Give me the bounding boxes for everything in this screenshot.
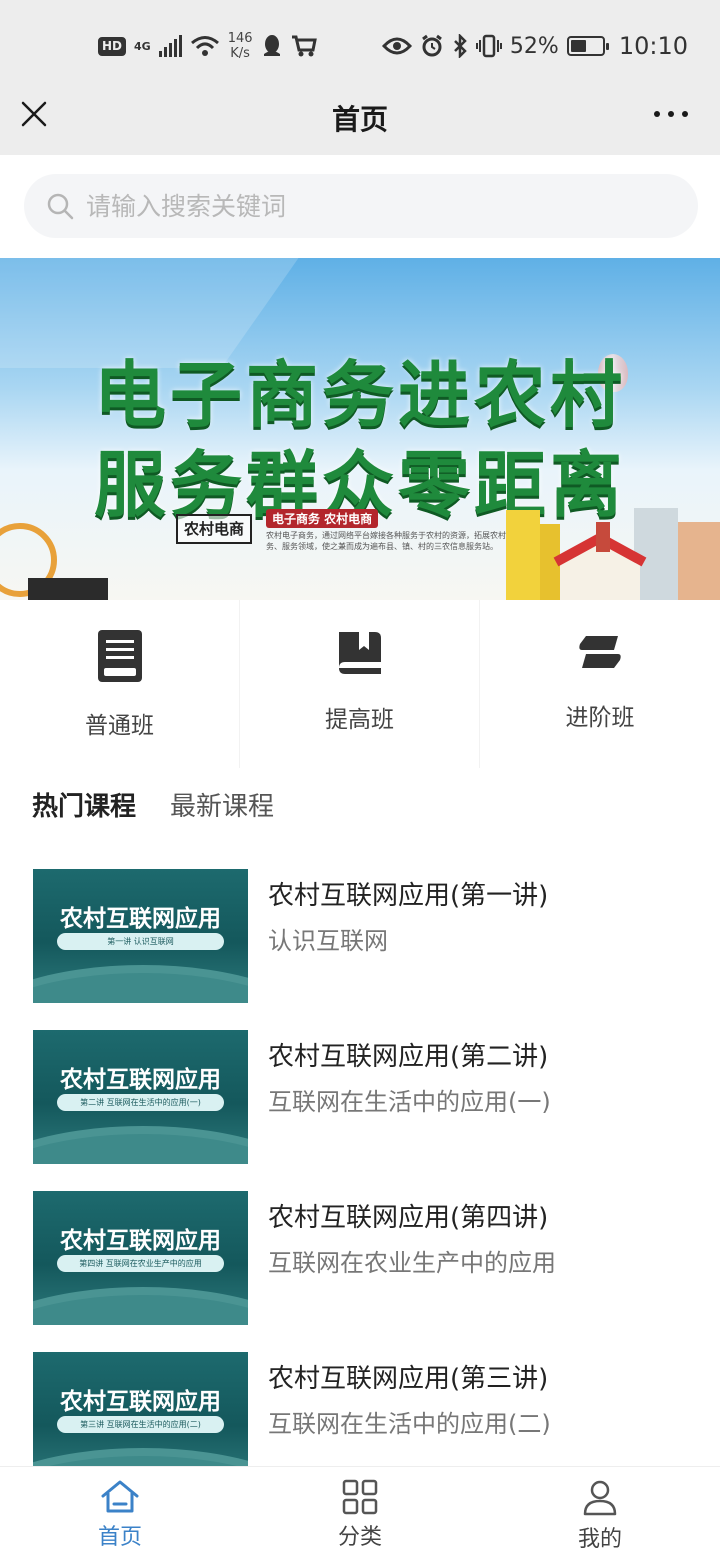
home-icon — [101, 1480, 139, 1513]
nav-mine[interactable]: 我的 — [480, 1467, 720, 1560]
battery-icon — [566, 36, 609, 56]
status-bar: HD 4G 146 K/s 52% 10:10 — [0, 0, 720, 88]
course-subtitle: 认识互联网 — [268, 927, 388, 955]
thumb-subtitle: 第三讲 互联网在生活中的应用(二) — [57, 1416, 224, 1433]
category-label: 提高班 — [325, 707, 394, 733]
alarm-icon — [422, 34, 442, 57]
course-subtitle: 互联网在生活中的应用(一) — [268, 1088, 551, 1116]
course-thumbnail: 农村互联网应用 第二讲 互联网在生活中的应用(一) — [33, 1030, 248, 1164]
banner-tag: 电子商务 农村电商 — [266, 509, 379, 528]
thumb-title: 农村互联网应用 — [60, 1228, 221, 1254]
bookmark-book-icon — [338, 632, 381, 674]
tab-new-courses[interactable]: 最新课程 — [170, 786, 274, 823]
more-dot — [682, 111, 688, 117]
network-type: 4G — [134, 39, 151, 53]
page-title: 首页 — [331, 103, 388, 136]
search-bar[interactable] — [24, 174, 698, 238]
clock: 10:10 — [618, 32, 688, 60]
battery-percent: 52% — [509, 33, 559, 59]
course-title: 农村互联网应用(第一讲) — [268, 881, 549, 911]
bottom-nav: 首页 分类 我的 — [0, 1466, 720, 1560]
user-icon — [583, 1480, 617, 1516]
thumb-title: 农村互联网应用 — [60, 906, 221, 932]
network-speed: 146 K/s — [228, 31, 253, 61]
more-options-button[interactable] — [646, 94, 696, 134]
laptop-illustration — [0, 523, 108, 600]
category-advanced[interactable]: 提高班 — [240, 600, 480, 768]
more-dot — [668, 111, 674, 117]
more-dot — [654, 111, 660, 117]
thumb-title: 农村互联网应用 — [60, 1389, 221, 1415]
banner-stamp: 农村电商 — [176, 514, 252, 544]
book-icon — [97, 630, 142, 682]
nav-label: 分类 — [337, 1525, 382, 1550]
course-item[interactable]: 农村互联网应用 第四讲 互联网在农业生产中的应用 农村互联网应用(第四讲) 互联… — [0, 1191, 720, 1325]
grid-icon — [342, 1479, 378, 1515]
eye-icon — [381, 37, 412, 55]
search-input[interactable] — [86, 191, 646, 221]
stack-icon — [579, 636, 621, 668]
search-icon — [47, 193, 74, 220]
nav-label: 我的 — [577, 1527, 622, 1552]
status-left: HD 4G 146 K/s — [98, 26, 317, 66]
course-title: 农村互联网应用(第四讲) — [268, 1203, 549, 1233]
course-item[interactable]: 农村互联网应用 第一讲 认识互联网 农村互联网应用(第一讲) 认识互联网 — [0, 869, 720, 1003]
wifi-icon — [190, 36, 219, 56]
course-thumbnail: 农村互联网应用 第一讲 认识互联网 — [33, 869, 248, 1003]
bluetooth-icon — [454, 34, 467, 58]
shopping-cart-icon — [291, 35, 317, 57]
category-grid: 普通班 提高班 进阶班 — [0, 600, 720, 768]
thumb-subtitle: 第四讲 互联网在农业生产中的应用 — [57, 1255, 224, 1272]
nav-home[interactable]: 首页 — [0, 1467, 240, 1560]
category-progressive[interactable]: 进阶班 — [480, 600, 720, 768]
speed-unit: K/s — [230, 46, 250, 61]
promo-banner[interactable]: 电子商务进农村 服务群众零距离 农村电商 电子商务 农村电商 农村电子商务，通过… — [0, 258, 720, 600]
course-subtitle: 互联网在生活中的应用(二) — [268, 1410, 551, 1438]
thumb-subtitle: 第一讲 认识互联网 — [57, 933, 224, 950]
category-label: 普通班 — [85, 713, 154, 739]
buildings-illustration — [506, 508, 720, 600]
signal-icon — [158, 35, 182, 57]
nav-category[interactable]: 分类 — [240, 1467, 480, 1560]
thumb-subtitle: 第二讲 互联网在生活中的应用(一) — [57, 1094, 224, 1111]
course-tabs: 热门课程 最新课程 — [32, 786, 274, 823]
category-basic[interactable]: 普通班 — [0, 600, 240, 768]
course-title: 农村互联网应用(第三讲) — [268, 1364, 549, 1394]
qq-icon — [263, 35, 280, 56]
speed-value: 146 — [227, 31, 253, 46]
thumb-title: 农村互联网应用 — [60, 1067, 221, 1093]
tab-hot-courses[interactable]: 热门课程 — [32, 786, 136, 823]
title-bar: 首页 — [0, 88, 720, 155]
course-item[interactable]: 农村互联网应用 第二讲 互联网在生活中的应用(一) 农村互联网应用(第二讲) 互… — [0, 1030, 720, 1164]
hd-badge: HD — [98, 36, 127, 56]
course-thumbnail: 农村互联网应用 第四讲 互联网在农业生产中的应用 — [33, 1191, 248, 1325]
course-title: 农村互联网应用(第二讲) — [268, 1042, 549, 1072]
nav-label: 首页 — [97, 1525, 142, 1550]
category-label: 进阶班 — [565, 705, 635, 731]
course-subtitle: 互联网在农业生产中的应用 — [268, 1249, 556, 1277]
status-right: 52% 10:10 — [381, 26, 688, 66]
vibrate-icon — [475, 34, 502, 58]
